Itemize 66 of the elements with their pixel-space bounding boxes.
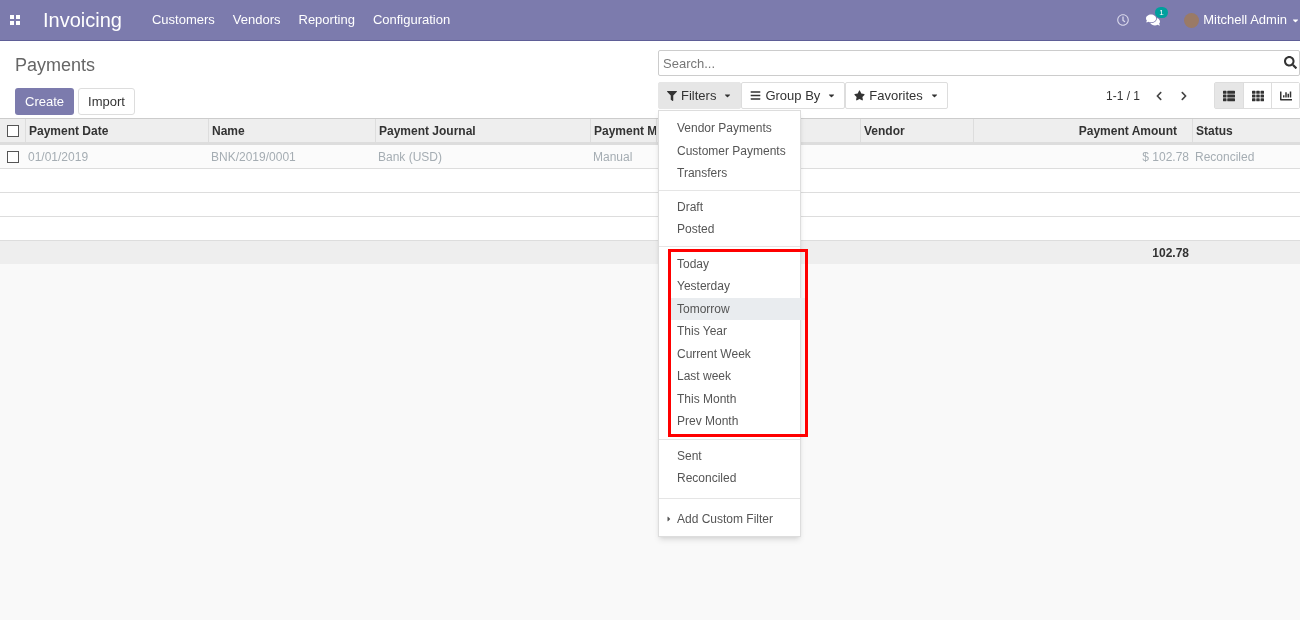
select-all-checkbox[interactable] bbox=[6, 124, 19, 137]
filter-option[interactable]: Posted bbox=[659, 218, 800, 241]
user-menu[interactable]: Mitchell Admin bbox=[1203, 10, 1300, 30]
page-title: Payments bbox=[15, 54, 97, 77]
caret-icon bbox=[723, 91, 733, 100]
search-field[interactable]: Search... bbox=[658, 50, 1300, 76]
filter-option[interactable]: Tomorrow bbox=[671, 297, 805, 320]
column-header[interactable]: Payment Date bbox=[29, 121, 109, 140]
column-header[interactable]: Payment Amount bbox=[1078, 121, 1177, 140]
row-checkbox[interactable] bbox=[6, 150, 19, 163]
column-header[interactable]: Payment Journal bbox=[379, 121, 476, 140]
nav-menu-item[interactable]: Customers bbox=[142, 10, 224, 30]
table-cell-text: BNK/2019/0001 bbox=[211, 148, 296, 166]
import-button[interactable]: Import bbox=[78, 88, 135, 115]
filter-option[interactable]: Last week bbox=[671, 365, 805, 388]
filter-option[interactable]: Draft bbox=[659, 195, 800, 218]
filter-option[interactable]: This Month bbox=[671, 387, 805, 410]
table-cell-text: Bank (USD) bbox=[378, 148, 442, 166]
search-option-button[interactable]: Group By bbox=[741, 82, 846, 109]
caret-icon bbox=[827, 91, 837, 100]
chat-icon[interactable] bbox=[1146, 13, 1161, 27]
column-header[interactable]: Status bbox=[1196, 121, 1233, 140]
filter-option[interactable]: Yesterday bbox=[671, 275, 805, 298]
kanban-icon bbox=[1251, 89, 1264, 102]
filter-option[interactable]: Transfers bbox=[659, 162, 800, 185]
search-option-button[interactable]: Favorites bbox=[845, 82, 948, 109]
pager-value: 1-1 / 1 bbox=[1105, 87, 1140, 105]
list-icon bbox=[750, 90, 762, 101]
filter-option[interactable]: Today bbox=[671, 252, 805, 275]
filter-option[interactable]: Customer Payments bbox=[659, 139, 800, 162]
filter-option[interactable]: Prev Month bbox=[671, 410, 805, 433]
column-header[interactable]: Name bbox=[212, 121, 245, 140]
search-icon[interactable] bbox=[1284, 56, 1297, 69]
star-icon bbox=[854, 90, 866, 101]
user-avatar bbox=[1184, 12, 1200, 28]
app-title: Invoicing bbox=[43, 8, 122, 33]
total-amount: 102.78 bbox=[1152, 244, 1189, 262]
view-switch-button[interactable] bbox=[1271, 83, 1299, 108]
table-cell-text: Reconciled bbox=[1195, 148, 1255, 166]
caret-icon bbox=[665, 514, 673, 523]
filter-option[interactable]: This Year bbox=[671, 320, 805, 343]
table-cell-text: Manual bbox=[593, 148, 633, 166]
create-button[interactable]: Create bbox=[15, 88, 75, 115]
nav-menu-item[interactable]: Configuration bbox=[363, 10, 460, 30]
caret-icon bbox=[929, 91, 939, 100]
apps-menu-icon[interactable] bbox=[10, 15, 20, 25]
filter-option[interactable]: Vendor Payments bbox=[659, 117, 800, 140]
view-switch-button[interactable] bbox=[1215, 83, 1243, 108]
previous-page-icon[interactable] bbox=[1154, 90, 1164, 101]
list-view-icon bbox=[1223, 89, 1235, 102]
table-cell-text: 01/01/2019 bbox=[28, 148, 89, 166]
column-header[interactable]: Payment M bbox=[594, 121, 658, 140]
filter-option[interactable]: Current Week bbox=[671, 342, 805, 365]
bar-chart-icon bbox=[1279, 89, 1292, 102]
next-page-icon[interactable] bbox=[1179, 90, 1189, 101]
filter-icon bbox=[667, 90, 677, 101]
filter-option[interactable]: Sent bbox=[659, 444, 800, 467]
add-custom-filter-toggle[interactable]: Add Custom Filter bbox=[659, 507, 774, 530]
filter-option[interactable]: Reconciled bbox=[659, 467, 800, 490]
column-header[interactable]: Vendor bbox=[864, 121, 905, 140]
message-count-badge: 1 bbox=[1155, 7, 1168, 18]
activity-clock-icon[interactable] bbox=[1117, 14, 1130, 26]
nav-menu-item[interactable]: Vendors bbox=[223, 10, 290, 30]
nav-menu-item[interactable]: Reporting bbox=[289, 10, 364, 30]
table-cell-text: $ 102.78 bbox=[1142, 148, 1189, 166]
search-option-button[interactable]: Filters bbox=[658, 82, 742, 109]
